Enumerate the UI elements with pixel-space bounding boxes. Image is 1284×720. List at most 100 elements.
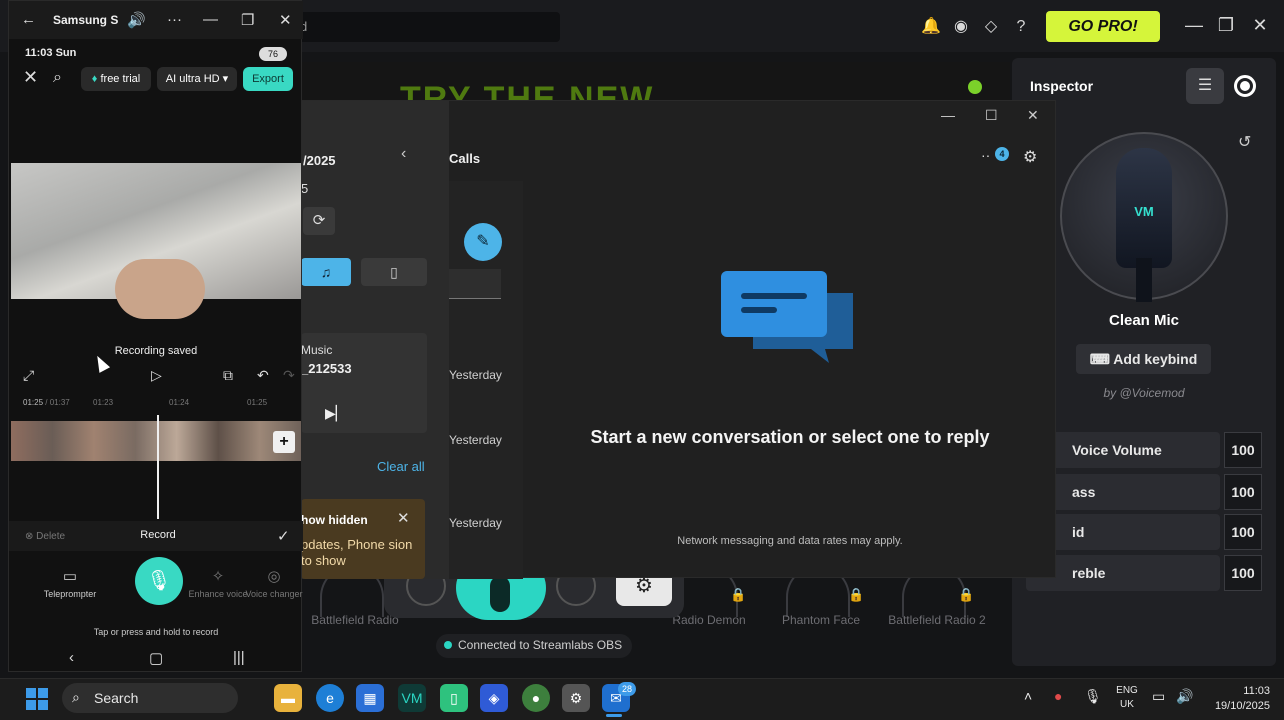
status-text: Connected to Streamlabs OBS: [458, 638, 623, 652]
close-icon[interactable]: ✕: [1027, 107, 1039, 124]
teleprompter-button[interactable]: ▭ Teleprompter: [35, 567, 105, 599]
checkmark-icon[interactable]: ✓: [277, 527, 290, 545]
taskbar-search-input[interactable]: ⌕ Search: [62, 683, 238, 713]
chevron-up-icon[interactable]: ˄: [1024, 688, 1032, 704]
bell-icon[interactable]: 🔔: [920, 16, 942, 38]
record-button[interactable]: 🎙: [135, 557, 183, 605]
settings-icon[interactable]: ⚙: [1023, 147, 1037, 167]
edge-icon[interactable]: e: [316, 684, 344, 712]
close-icon[interactable]: ✕: [23, 67, 38, 88]
apps-tab[interactable]: ▯: [361, 258, 427, 286]
music-file: _212533: [301, 361, 352, 376]
playhead[interactable]: [157, 415, 159, 519]
language-indicator[interactable]: ENG UK: [1110, 684, 1144, 712]
go-pro-button[interactable]: GO PRO!: [1046, 11, 1160, 42]
record-toggle-icon[interactable]: [1234, 75, 1256, 97]
volume-icon[interactable]: 🔊: [127, 11, 146, 29]
active-app-indicator: [606, 714, 622, 717]
nav-back-icon[interactable]: ‹: [69, 649, 74, 666]
compose-icon[interactable]: ✎: [464, 223, 502, 261]
file-explorer-icon[interactable]: ▬: [274, 684, 302, 712]
redo-icon[interactable]: ↷: [283, 367, 295, 384]
maximize-icon[interactable]: ☐: [985, 107, 998, 124]
video-preview[interactable]: [11, 163, 301, 319]
music-card[interactable]: Music _212533 ▶▏: [301, 333, 427, 433]
phone-link-sidebar: /2025 5 ‹ ⟳ ♫ ▯ Music _212533 ▶▏ Clear a…: [301, 101, 449, 579]
ai-quality-select[interactable]: AI ultra HD ▾: [157, 67, 237, 91]
taskbar-clock[interactable]: 11:03 19/10/2025: [1198, 684, 1270, 714]
undo-icon[interactable]: ↶: [257, 367, 269, 384]
export-button[interactable]: Export: [243, 67, 293, 91]
slider-row[interactable]: id 100: [1026, 514, 1266, 550]
store-icon[interactable]: ▦: [356, 684, 384, 712]
windows-start-icon[interactable]: [26, 688, 48, 710]
clear-all-link[interactable]: Clear all: [377, 459, 425, 474]
network-icon[interactable]: ▭: [1152, 688, 1165, 705]
reset-icon[interactable]: ↺: [1238, 132, 1251, 152]
nav-home-icon[interactable]: ▢: [149, 649, 163, 667]
tab-calls[interactable]: Calls: [449, 151, 480, 166]
free-trial-button[interactable]: ♦ free trial: [81, 67, 151, 91]
add-keybind-button[interactable]: ⌨ Add keybind: [1076, 344, 1211, 374]
close-icon[interactable]: ✕: [279, 11, 292, 29]
voicemod-tray-icon[interactable]: ●: [1054, 688, 1062, 704]
roblox-icon[interactable]: ◈: [480, 684, 508, 712]
playback-time: 01:25 / 01:37: [23, 398, 70, 407]
voicemod-search-input[interactable]: d: [292, 12, 560, 42]
ai-quality-label: AI ultra HD: [165, 73, 220, 85]
clip-timeline[interactable]: [11, 421, 301, 461]
minimize-icon[interactable]: —: [203, 11, 218, 28]
fullscreen-icon[interactable]: ⤢: [23, 367, 34, 384]
refresh-icon[interactable]: ⟳: [303, 207, 335, 235]
search-icon[interactable]: ⌕: [53, 69, 62, 87]
slider-row[interactable]: ass 100: [1026, 474, 1266, 510]
add-clip-button[interactable]: +: [273, 431, 295, 453]
device-date: /2025: [303, 153, 336, 168]
conversation-search-input[interactable]: [449, 269, 501, 299]
slider-value[interactable]: 100: [1224, 514, 1262, 550]
slider-row[interactable]: Voice Volume 100: [1026, 432, 1266, 468]
chevron-left-icon[interactable]: ‹: [401, 145, 406, 163]
voice-name: Phantom Face: [781, 613, 861, 627]
more-icon[interactable]: ··: [981, 147, 990, 163]
close-icon[interactable]: ✕: [1248, 12, 1272, 38]
skip-next-icon[interactable]: ▶▏: [325, 405, 347, 422]
chevron-down-icon: ▾: [222, 73, 229, 85]
close-icon[interactable]: ✕: [397, 509, 410, 527]
discord-icon[interactable]: ◉: [950, 16, 972, 38]
voicemod-app-icon[interactable]: VM: [398, 684, 426, 712]
microphone-tray-icon[interactable]: 🎙: [1084, 688, 1102, 705]
lock-icon: 🔒: [958, 587, 975, 602]
volume-icon[interactable]: 🔊: [1176, 688, 1193, 705]
chat-bubbles-icon: [721, 271, 853, 363]
diamond-icon: ♦: [91, 73, 98, 85]
restore-icon[interactable]: ❐: [241, 11, 254, 29]
sliders-icon[interactable]: ☰: [1186, 68, 1224, 104]
voice-changer-button[interactable]: ◎ Voice changer: [239, 567, 309, 599]
music-tab[interactable]: ♫: [301, 258, 351, 286]
lightbulb-icon[interactable]: [968, 80, 982, 94]
help-icon[interactable]: ?: [1010, 16, 1032, 38]
copy-icon[interactable]: ⧉: [223, 367, 233, 384]
lang-code: ENG: [1116, 685, 1138, 696]
slider-row[interactable]: reble 100: [1026, 555, 1266, 591]
minimize-icon[interactable]: —: [1182, 12, 1206, 38]
phone-link-app-icon[interactable]: ▯: [440, 684, 468, 712]
nav-recents-icon[interactable]: |||: [233, 649, 245, 666]
more-icon[interactable]: ···: [167, 11, 182, 28]
free-trial-label: free trial: [100, 73, 141, 85]
restore-icon[interactable]: ❐: [1214, 12, 1238, 38]
back-arrow-icon[interactable]: ←: [21, 11, 36, 28]
minimize-icon[interactable]: —: [941, 107, 955, 123]
clock-date: 19/10/2025: [1214, 700, 1270, 712]
play-icon[interactable]: ▷: [151, 367, 162, 384]
settings-app-icon[interactable]: ⚙: [562, 684, 590, 712]
notification-card[interactable]: how hidden ✕ pdates, Phone sion to show: [301, 499, 425, 579]
slider-value[interactable]: 100: [1224, 474, 1262, 510]
slider-value[interactable]: 100: [1224, 555, 1262, 591]
slider-value[interactable]: 100: [1224, 432, 1262, 468]
clock-time: 11:03: [1243, 685, 1270, 697]
tag-icon[interactable]: ◇: [980, 16, 1002, 38]
chrome-icon[interactable]: ●: [522, 684, 550, 712]
add-keybind-label: Add keybind: [1113, 351, 1198, 367]
